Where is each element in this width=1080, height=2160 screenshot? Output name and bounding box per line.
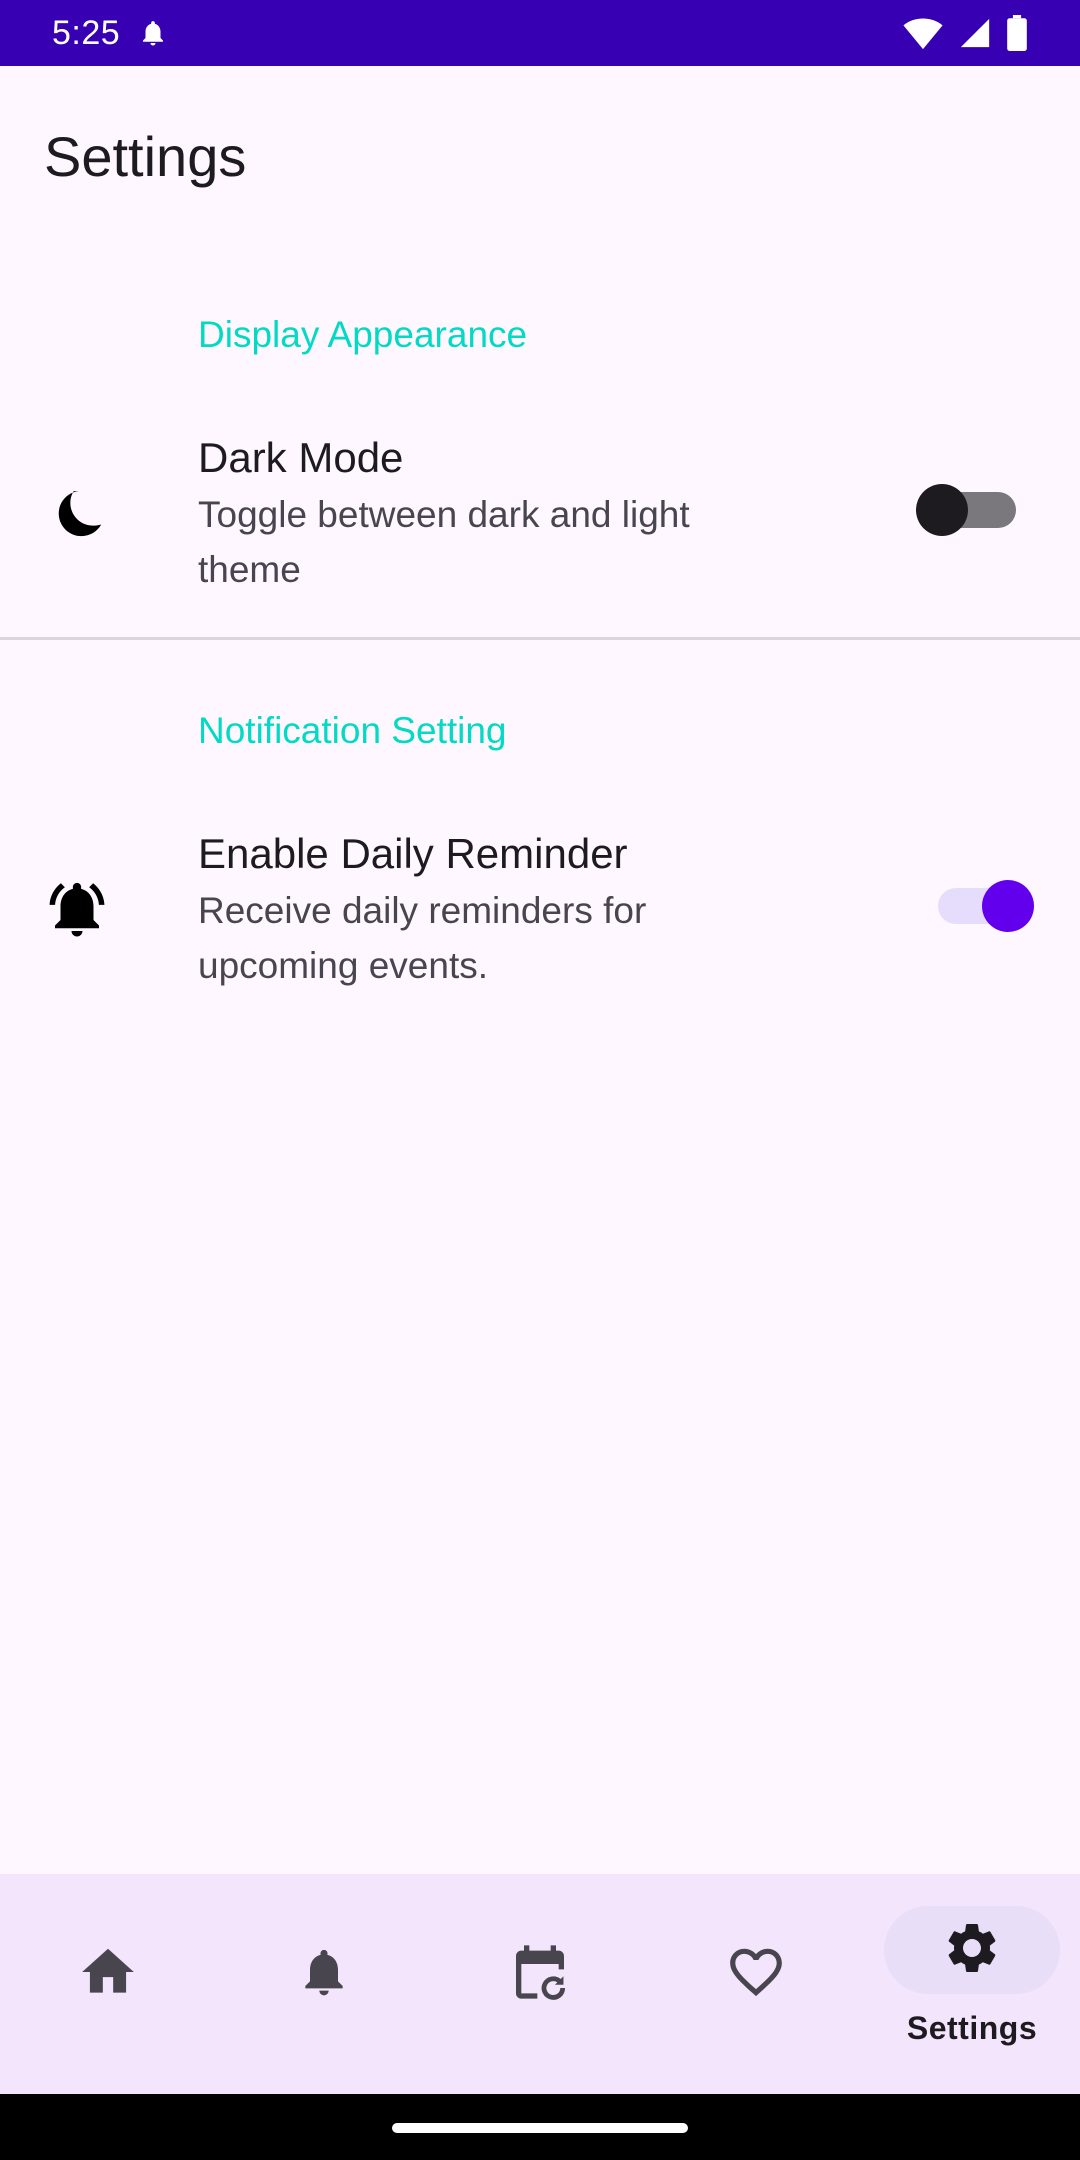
gesture-handle[interactable]: [392, 2123, 688, 2133]
nav-pill: [20, 1930, 196, 2018]
daily-reminder-title: Enable Daily Reminder: [198, 830, 628, 877]
status-time: 5:25: [52, 13, 121, 52]
section-header-display-appearance: Display Appearance: [198, 314, 528, 355]
moon-icon: [44, 482, 112, 555]
dark-mode-preference[interactable]: Dark Mode Toggle between dark and light …: [0, 420, 1080, 620]
dark-mode-switch[interactable]: [916, 480, 1026, 540]
nav-pill-active: [884, 1906, 1060, 1994]
bell-icon: [296, 1942, 352, 2007]
switch-thumb: [916, 484, 968, 536]
dark-mode-summary: Toggle between dark and light theme: [198, 494, 690, 590]
nav-item-events[interactable]: [432, 1874, 648, 2094]
signal-icon: [958, 16, 992, 50]
nav-pill: [236, 1930, 412, 2018]
nav-label-settings: Settings: [906, 2010, 1038, 2046]
daily-reminder-switch[interactable]: [924, 876, 1034, 936]
heart-icon: [725, 1941, 787, 2008]
wifi-icon: [902, 16, 944, 50]
nav-item-home[interactable]: [0, 1874, 216, 2094]
nav-pill: [452, 1930, 628, 2018]
nav-pill: [668, 1930, 844, 2018]
bell-ringing-icon: [44, 876, 110, 947]
bottom-navigation: Settings: [0, 1874, 1080, 2094]
status-bar: 5:25: [0, 0, 1080, 66]
battery-icon: [1006, 15, 1028, 51]
page-title: Settings: [44, 124, 247, 188]
app-bar: Settings: [0, 66, 1080, 246]
notification-bell-icon: [138, 17, 168, 49]
daily-reminder-summary: Receive daily reminders for upcoming eve…: [198, 890, 647, 986]
nav-item-favorites[interactable]: [648, 1874, 864, 2094]
divider: [0, 637, 1080, 640]
dark-mode-title: Dark Mode: [198, 434, 404, 481]
daily-reminder-preference[interactable]: Enable Daily Reminder Receive daily remi…: [0, 816, 1080, 1016]
calendar-refresh-icon: [508, 1940, 572, 2009]
switch-thumb: [982, 880, 1034, 932]
section-header-notification-setting: Notification Setting: [198, 710, 507, 751]
gear-icon: [942, 1918, 1002, 1983]
nav-item-settings[interactable]: Settings: [864, 1874, 1080, 2094]
home-icon: [77, 1941, 139, 2008]
nav-item-reminders[interactable]: [216, 1874, 432, 2094]
